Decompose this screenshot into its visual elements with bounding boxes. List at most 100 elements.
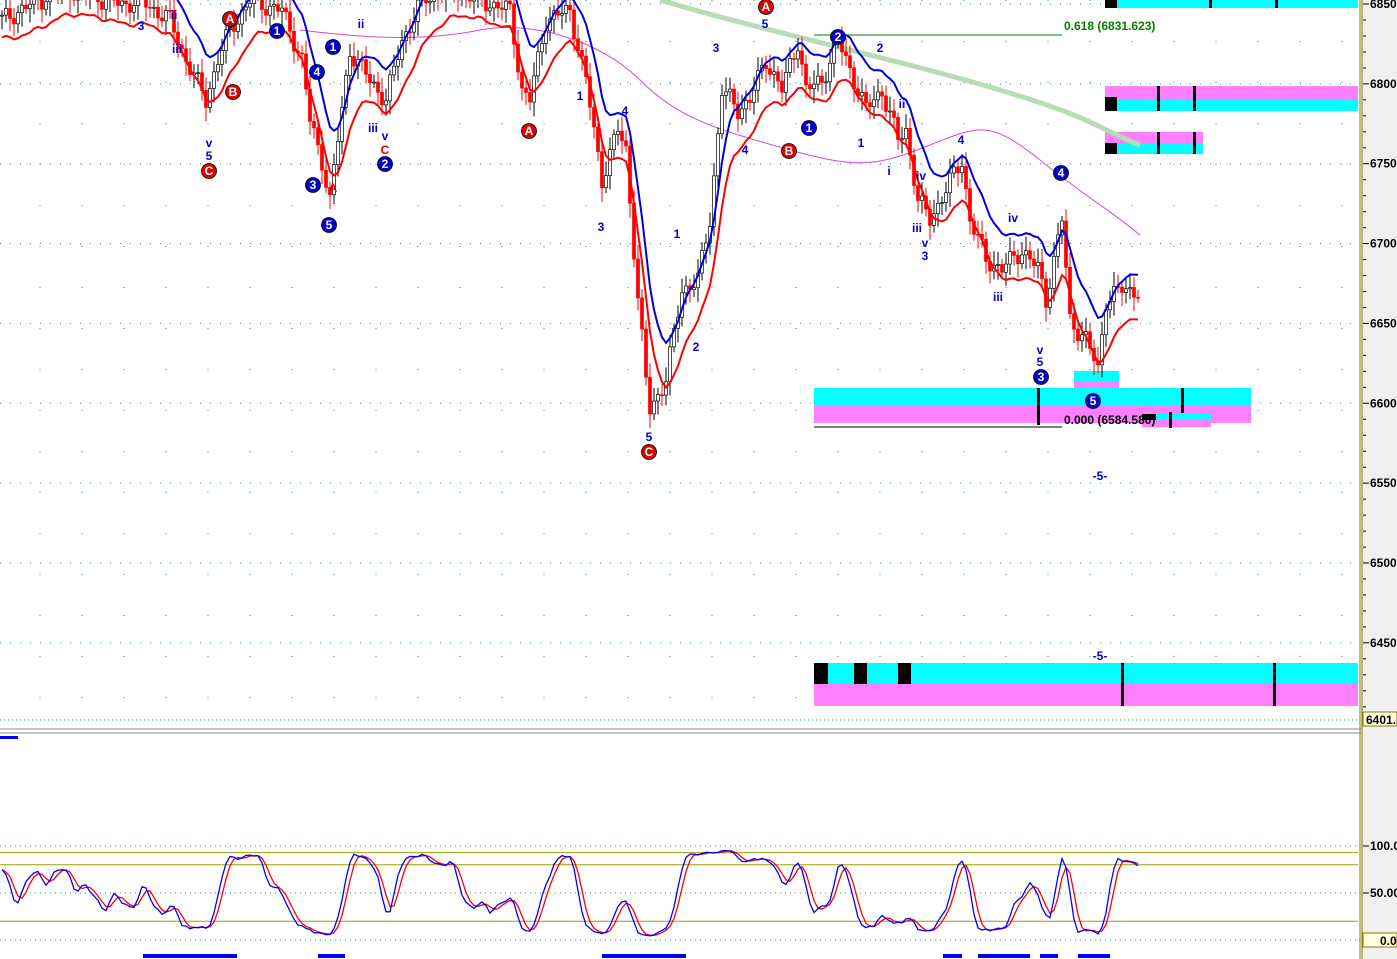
wave-label: 4	[742, 143, 749, 157]
wave-label: 3	[713, 41, 720, 55]
candle-body	[732, 88, 736, 105]
candle-body	[20, 4, 24, 13]
wave-circle-label: 5	[1090, 394, 1097, 408]
candle-body	[132, 5, 136, 13]
candle-body	[524, 87, 528, 93]
candle-body	[892, 110, 896, 118]
wave-label: 2	[693, 340, 700, 354]
wave-circle-label: 2	[835, 30, 842, 44]
candle-body	[248, 3, 252, 8]
candle-body	[0, 14, 4, 17]
candle-body	[952, 166, 956, 174]
candle-body	[160, 17, 164, 22]
candle-body	[1104, 309, 1108, 336]
candle-body	[576, 38, 580, 51]
price-tick-label: 6700	[1370, 237, 1397, 251]
candle-body	[744, 99, 748, 110]
candle-body	[32, 0, 36, 5]
candle-body	[488, 7, 492, 12]
fib-label-lower: 0.000 (6584.580)	[1064, 413, 1155, 427]
candle-body	[792, 58, 796, 60]
wave-label: 3	[922, 249, 929, 263]
wave-label: ii	[899, 97, 906, 111]
candle-body	[280, 7, 284, 12]
candle-body	[1040, 261, 1044, 280]
zone-cyan	[1074, 371, 1119, 381]
candle-body	[656, 394, 660, 402]
candle-body	[572, 9, 576, 40]
wave-circle-label: 4	[1058, 166, 1065, 180]
candle-body	[1004, 263, 1008, 273]
candle-body	[376, 81, 380, 93]
candle-body	[380, 91, 384, 106]
candle-body	[560, 13, 564, 16]
candle-body	[364, 59, 368, 75]
candle-body	[48, 0, 52, 3]
candle-body	[916, 185, 920, 201]
fib-label-upper: 0.618 (6831.623)	[1064, 19, 1155, 33]
candle-body	[780, 80, 784, 93]
candle-body	[1024, 250, 1028, 256]
candle-body	[848, 55, 852, 69]
candle-body	[1036, 261, 1040, 267]
candle-body	[620, 130, 624, 142]
candle-body	[164, 10, 168, 22]
wave-label: 5	[646, 430, 653, 444]
wave-label: 4	[622, 104, 629, 118]
candle-body	[1076, 328, 1080, 342]
candle-body	[996, 264, 1000, 266]
candle-body	[368, 73, 372, 83]
candle-body	[260, 0, 264, 10]
candle-body	[776, 71, 780, 82]
wave-label: 5	[762, 17, 769, 31]
candle-body	[196, 72, 200, 75]
candle-body	[884, 95, 888, 112]
candle-body	[1124, 288, 1128, 293]
candle-body	[640, 297, 644, 330]
candle-body	[860, 92, 864, 97]
candle-body	[156, 6, 160, 19]
candle-body	[284, 7, 288, 13]
price-tick-label: 6800	[1370, 77, 1397, 91]
zone-cyan	[1105, 144, 1203, 154]
zone-magenta	[814, 684, 1358, 706]
candle-body	[316, 127, 320, 145]
osc-last-value: 0.0	[1380, 934, 1397, 948]
wave-circle-label: A	[226, 12, 235, 26]
candle-body	[116, 0, 120, 6]
candle-body	[564, 4, 568, 14]
candle-body	[592, 106, 596, 128]
candle-body	[8, 8, 12, 19]
candle-body	[624, 140, 628, 147]
wave-label: 4	[958, 133, 965, 147]
price-tick-label: 6550	[1370, 476, 1397, 490]
candle-body	[128, 3, 132, 13]
zone-cyan	[814, 388, 1251, 405]
candle-body	[940, 202, 944, 204]
candle-body	[384, 100, 388, 106]
candle-body	[1136, 296, 1140, 299]
candle-body	[12, 18, 16, 25]
candle-body	[652, 400, 656, 415]
price-candles	[0, 0, 1140, 429]
slow-moving-average	[299, 27, 1141, 236]
candle-body	[472, 0, 476, 2]
candle-body	[144, 0, 148, 8]
wave-label: iv	[916, 169, 926, 183]
wave-label: iii	[172, 42, 182, 56]
candle-body	[428, 0, 432, 4]
lower-band	[1, 12, 1139, 390]
candle-body	[796, 50, 800, 60]
candle-body	[880, 91, 884, 97]
oscillator-signal-bars	[143, 954, 1110, 958]
wave-label: 1	[674, 227, 681, 241]
candle-body	[1032, 258, 1036, 267]
wave-label: 5	[1037, 355, 1044, 369]
candle-body	[244, 6, 248, 11]
price-tick-label: 6450	[1370, 636, 1397, 650]
candle-body	[208, 88, 212, 108]
wave-circle-label: 4	[314, 65, 321, 79]
candle-body	[44, 1, 48, 10]
candle-body	[648, 376, 652, 415]
candle-body	[828, 62, 832, 83]
